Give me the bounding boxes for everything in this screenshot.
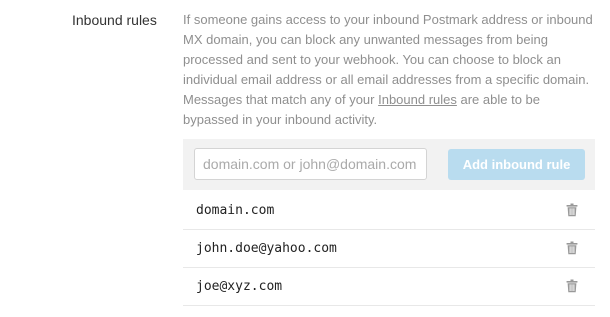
rules-list: domain.com john.doe@yahoo.com joe@xyz.co… [183, 192, 595, 306]
rule-value: domain.com [196, 203, 275, 218]
inbound-rules-description: If someone gains access to your inbound … [183, 10, 593, 130]
rule-value: john.doe@yahoo.com [196, 241, 337, 256]
add-rule-bar: Add inbound rule [183, 139, 595, 190]
add-inbound-rule-button[interactable]: Add inbound rule [448, 149, 585, 180]
rule-value: joe@xyz.com [196, 279, 283, 294]
section-title-inbound-rules: Inbound rules [72, 12, 157, 28]
trash-icon[interactable] [566, 203, 578, 217]
inbound-rules-link[interactable]: Inbound rules [378, 92, 457, 107]
rule-row: john.doe@yahoo.com [183, 230, 595, 268]
rule-row: domain.com [183, 192, 595, 230]
trash-icon[interactable] [566, 279, 578, 293]
rule-input[interactable] [194, 148, 427, 180]
trash-icon[interactable] [566, 241, 578, 255]
rule-row: joe@xyz.com [183, 268, 595, 306]
